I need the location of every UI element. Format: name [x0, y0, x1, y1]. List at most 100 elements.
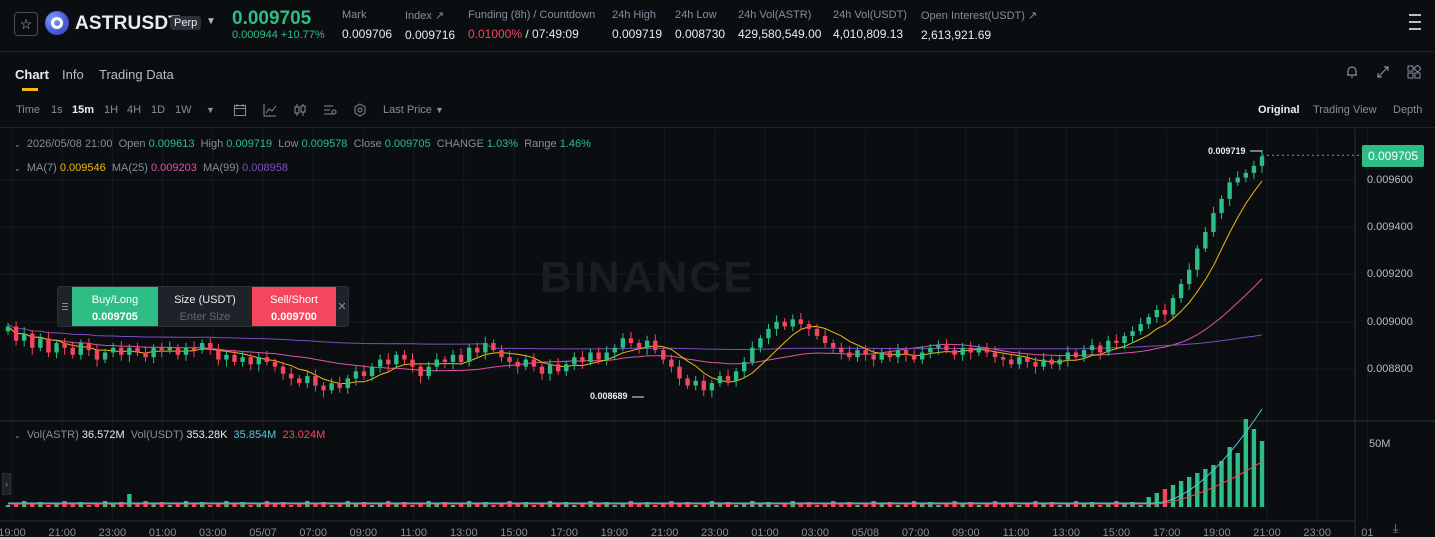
candle-body	[377, 359, 383, 367]
candle-body	[1138, 324, 1143, 332]
sell-short-button[interactable]: Sell/Short 0.009700	[252, 287, 336, 326]
candle-body	[1106, 340, 1111, 353]
candle-body	[1081, 350, 1087, 358]
candle-body	[1170, 298, 1176, 315]
candle-body	[798, 319, 804, 325]
chevron-down-icon[interactable]: ⌄	[14, 164, 21, 173]
candle-body	[903, 350, 909, 355]
time-axis-label: 11:00	[400, 527, 427, 537]
candle-body	[515, 361, 520, 367]
price-source-select[interactable]: Last Price ▼	[383, 104, 444, 116]
interval-4h[interactable]: 4H	[127, 104, 141, 116]
stat-24h-low: 24h Low 0.008730	[675, 9, 725, 41]
candle-body	[911, 354, 917, 360]
candle-body	[1146, 317, 1151, 325]
interval-1h[interactable]: 1H	[104, 104, 118, 116]
calendar-icon[interactable]	[232, 102, 248, 118]
settings-list-icon[interactable]	[322, 102, 338, 118]
chevron-down-icon[interactable]: ⌄	[14, 140, 21, 149]
chart-area[interactable]: BINANCE ⌄ 2026/05/08 21:00 Open 0.009613…	[0, 129, 1435, 537]
time-axis-label: 19:00	[0, 527, 26, 537]
candlestick-chart[interactable]	[0, 129, 1435, 537]
candle-body	[936, 345, 941, 348]
time-axis-label: 19:00	[600, 527, 629, 537]
volume-bar	[86, 505, 92, 507]
volume-axis-label: 50M	[1369, 438, 1391, 450]
candle-body	[191, 347, 197, 351]
stat-index[interactable]: Index ↗ 0.009716	[405, 9, 455, 42]
stat-open-interest[interactable]: Open Interest(USDT) ↗ 2,613,921.69	[921, 9, 1037, 42]
chevron-down-icon[interactable]: ▼	[206, 16, 216, 27]
candle-body	[13, 326, 19, 341]
interval-15m[interactable]: 15m	[72, 104, 94, 116]
candle-body	[1114, 340, 1119, 344]
chevron-right-icon[interactable]: ›	[2, 473, 11, 495]
buy-long-button[interactable]: Buy/Long 0.009705	[72, 287, 158, 326]
layout-grid-icon[interactable]	[1405, 63, 1423, 81]
time-axis-label: 15:00	[500, 527, 528, 537]
drag-handle-icon[interactable]	[58, 287, 72, 326]
volume-bar	[814, 505, 820, 507]
ma99-value: 0.008958	[242, 162, 289, 174]
ma99-label: MA(99)	[203, 162, 240, 174]
size-input[interactable]: Size (USDT) Enter Size	[158, 287, 252, 326]
candle-body	[960, 347, 965, 355]
candle-body	[887, 352, 893, 358]
price-axis-label: 0.009600	[1367, 174, 1413, 186]
interval-1w[interactable]: 1W	[175, 104, 192, 116]
volume-bar	[167, 505, 173, 507]
volume-legend: ⌄ Vol(ASTR) 36.572M Vol(USDT) 353.28K 35…	[14, 429, 325, 441]
candle-body	[46, 338, 51, 353]
bell-icon[interactable]	[1343, 63, 1361, 81]
close-icon[interactable]: ✕	[336, 287, 348, 326]
menu-icon[interactable]	[1409, 14, 1421, 30]
stat-funding: Funding (8h) / Countdown 0.01000% / 07:4…	[468, 9, 595, 41]
low-value: 0.009578	[301, 138, 348, 150]
candle-body	[814, 328, 820, 336]
candle-body	[1033, 361, 1038, 367]
vol-ma-slow: 23.024M	[282, 429, 326, 441]
chart-toolbar: Time 1s 15m 1H 4H 1D 1W ▼ Last Price ▼ O…	[0, 94, 1435, 128]
interval-1s[interactable]: 1s	[51, 104, 63, 116]
symbol-name[interactable]: ASTRUSDT	[75, 13, 180, 35]
tab-trading-data[interactable]: Trading Data	[99, 67, 174, 82]
size-placeholder: Enter Size	[179, 311, 231, 323]
tab-chart[interactable]: Chart	[15, 67, 49, 82]
view-depth[interactable]: Depth	[1393, 104, 1422, 116]
chevron-down-icon[interactable]: ⌄	[14, 431, 21, 440]
view-original[interactable]: Original	[1258, 104, 1300, 116]
candle-body	[1025, 357, 1030, 362]
tab-info[interactable]: Info	[62, 67, 84, 82]
candle-body	[669, 359, 674, 367]
scroll-to-end-icon[interactable]: ⤓	[1393, 521, 1398, 536]
time-axis-label: 01	[1361, 527, 1374, 537]
astr-coin-logo	[45, 11, 69, 35]
candle-body	[1073, 352, 1079, 358]
volume-bar	[1138, 505, 1143, 507]
volume-bar	[572, 505, 577, 507]
indicator-icon[interactable]	[262, 102, 278, 118]
star-icon[interactable]: ☆	[14, 12, 38, 36]
stat-value: 429,580,549.00	[738, 27, 822, 41]
candle-body	[345, 378, 350, 388]
candle-body	[507, 357, 512, 362]
candle-body	[976, 347, 982, 353]
candle-body	[135, 347, 140, 353]
candle-body	[1000, 357, 1006, 360]
chevron-down-icon[interactable]: ▼	[206, 105, 215, 115]
candle-body	[62, 343, 67, 348]
candle-body	[224, 354, 229, 360]
interval-1d[interactable]: 1D	[151, 104, 165, 116]
stat-label: Open Interest(USDT) ↗	[921, 10, 1038, 22]
candle-body	[790, 319, 795, 327]
candle-type-icon[interactable]	[292, 102, 308, 118]
ma-legend: ⌄ MA(7) 0.009546 MA(25) 0.009203 MA(99) …	[14, 162, 288, 174]
view-trading-view[interactable]: Trading View	[1313, 104, 1377, 116]
fullscreen-icon[interactable]	[1374, 63, 1392, 81]
candle-body	[272, 361, 278, 367]
candle-body	[94, 350, 100, 360]
candle-body	[102, 352, 108, 360]
candle-body	[450, 354, 456, 362]
candle-body	[523, 359, 528, 367]
gear-icon[interactable]	[352, 102, 368, 118]
